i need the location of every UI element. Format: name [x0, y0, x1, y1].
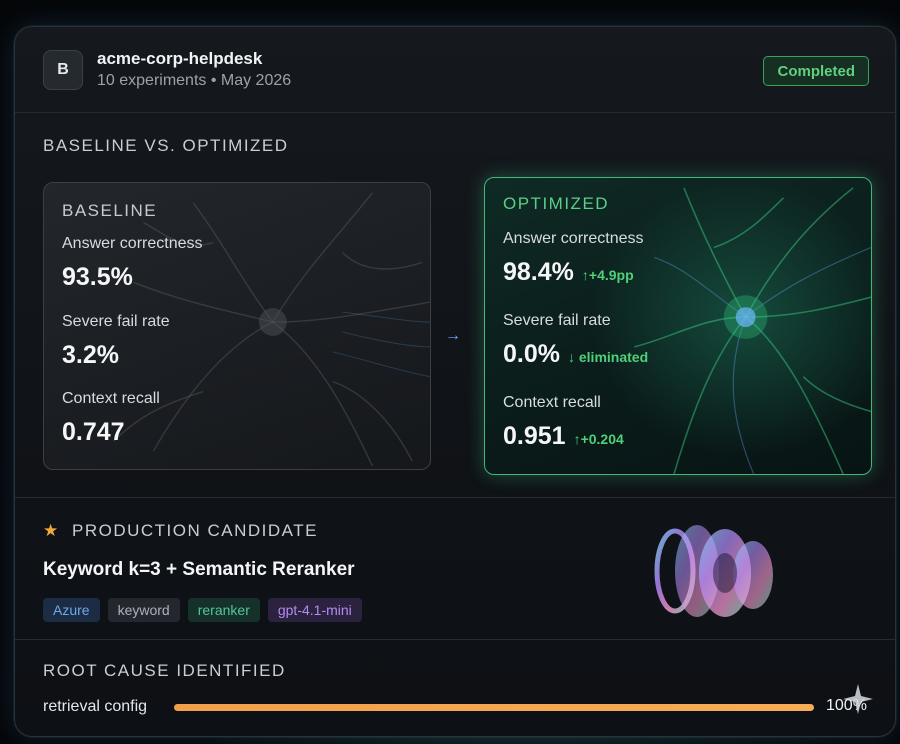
optimized-answer-correctness-row: 98.4% ↑+4.9pp: [503, 258, 634, 287]
baseline-answer-correctness-label: Answer correctness: [62, 235, 203, 252]
star-icon: ★: [43, 521, 59, 540]
optimized-label: OPTIMIZED: [503, 194, 610, 213]
optimized-panel: OPTIMIZED Answer correctness 98.4% ↑+4.9p…: [484, 177, 872, 475]
experiment-summary-card: B acme-corp-helpdesk 10 experiments • Ma…: [14, 26, 896, 737]
root-cause-progress-fill: [174, 704, 814, 711]
section-divider: [15, 497, 895, 498]
optimized-severe-fail-label: Severe fail rate: [503, 312, 611, 329]
answer-correctness-delta: ↑+4.9pp: [581, 267, 634, 283]
optimized-context-recall-value: 0.951: [503, 422, 566, 450]
card-header: B acme-corp-helpdesk 10 experiments • Ma…: [15, 27, 895, 113]
optimized-context-recall-label: Context recall: [503, 394, 601, 411]
baseline-severe-fail-label: Severe fail rate: [62, 313, 170, 330]
project-meta: 10 experiments • May 2026: [97, 72, 292, 89]
candidate-tags: Azure keyword reranker gpt-4.1-mini: [43, 598, 362, 622]
root-cause-label: retrieval config: [43, 698, 148, 715]
baseline-panel: BASELINE Answer correctness 93.5% Severe…: [43, 182, 431, 470]
tag-reranker[interactable]: reranker: [187, 598, 260, 622]
optimized-severe-fail-value: 0.0%: [503, 340, 560, 368]
project-name[interactable]: acme-corp-helpdesk: [97, 49, 262, 69]
candidate-name: Keyword k=3 + Semantic Reranker: [43, 559, 355, 580]
flow-arrow-icon: →: [445, 327, 461, 344]
sparkle-icon: [843, 684, 873, 714]
baseline-severe-fail-value: 3.2%: [62, 341, 119, 369]
section-divider-2: [15, 639, 895, 640]
optimized-answer-correctness-label: Answer correctness: [503, 230, 644, 247]
optimized-answer-correctness-value: 98.4%: [503, 258, 574, 286]
baseline-label: BASELINE: [62, 201, 158, 220]
context-recall-delta: ↑+0.204: [573, 431, 624, 447]
comparison-title: BASELINE VS. OPTIMIZED: [43, 136, 289, 155]
holographic-gear-illustration: [654, 525, 773, 617]
optimized-severe-fail-row: 0.0% ↓ eliminated: [503, 340, 648, 369]
severe-fail-delta: ↓ eliminated: [567, 349, 649, 365]
root-cause-title: ROOT CAUSE IDENTIFIED: [43, 661, 286, 680]
tag-model[interactable]: gpt-4.1-mini: [267, 598, 362, 622]
baseline-context-recall-value: 0.747: [62, 418, 125, 446]
status-badge: Completed: [763, 56, 869, 86]
tag-azure[interactable]: Azure: [43, 598, 100, 622]
tag-keyword[interactable]: keyword: [107, 598, 180, 622]
project-avatar[interactable]: B: [43, 50, 83, 90]
root-cause-progress-bar: [174, 704, 814, 711]
baseline-context-recall-label: Context recall: [62, 390, 160, 407]
candidate-title: PRODUCTION CANDIDATE: [72, 521, 318, 540]
optimized-context-recall-row: 0.951 ↑+0.204: [503, 422, 624, 451]
baseline-answer-correctness-value: 93.5%: [62, 263, 133, 291]
